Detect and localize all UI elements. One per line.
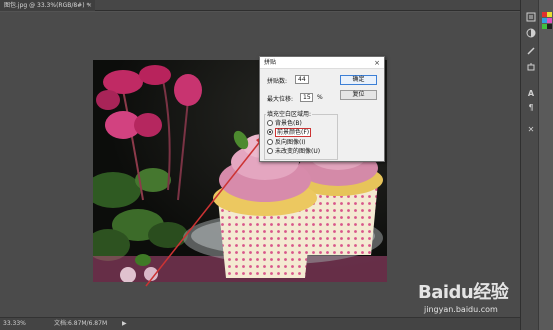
swatch-yellow[interactable] [547, 12, 552, 17]
reset-button[interactable]: 复位 [340, 90, 377, 100]
radio-foreground-color[interactable]: 前景颜色(F) [267, 127, 312, 137]
dialog-title: 拼贴 [260, 57, 384, 69]
character-icon[interactable]: A [524, 88, 538, 100]
swatch-black[interactable] [547, 24, 552, 29]
ok-button[interactable]: 确定 [340, 75, 377, 85]
tiles-label: 拼贴数: [267, 78, 288, 85]
watermark-url: jingyan.baidu.com [424, 305, 498, 314]
clone-source-icon[interactable] [524, 62, 538, 74]
radio-label: 背景色(B) [275, 120, 302, 127]
tools-icon[interactable]: ✕ [524, 124, 538, 136]
swatch-magenta[interactable] [547, 18, 552, 23]
tiles-input[interactable]: 44 [295, 75, 309, 84]
radio-dot[interactable] [267, 120, 273, 126]
max-offset-unit: % [317, 94, 323, 101]
history-icon[interactable] [524, 12, 538, 24]
radio-background-color[interactable]: 背景色(B) [267, 118, 302, 127]
status-bar: 33.33% 文档:6.87M/6.87M ▶ [0, 317, 520, 330]
adjust-icon[interactable] [524, 28, 538, 40]
radio-label: 未改变的图像(U) [275, 148, 321, 155]
watermark-logo: Baidu经验 [418, 282, 509, 303]
baidu-watermark: Baidu经验 jingyan.baidu.com [418, 278, 509, 314]
radio-dot[interactable] [267, 139, 273, 145]
swatches-panel [538, 0, 553, 330]
radio-inverse-image[interactable]: 反向图像(I) [267, 137, 305, 146]
radio-dot-selected[interactable] [267, 129, 273, 135]
dialog-close-icon[interactable]: × [374, 57, 380, 69]
radio-label: 反向图像(I) [275, 139, 306, 146]
status-arrow-icon[interactable]: ▶ [122, 318, 127, 330]
radio-dot[interactable] [267, 148, 273, 154]
photoshop-window: 图包.jpg @ 33.3%(RGB/8#) * × 拼贴 × 拼贴数: 44 … [0, 0, 553, 330]
max-offset-input[interactable]: 15 [300, 93, 313, 102]
max-offset-label: 最大位移: [267, 96, 294, 103]
document-info: 文档:6.87M/6.87M [54, 320, 108, 327]
radio-label: 前景颜色(F) [275, 128, 312, 137]
tile-filter-dialog: 拼贴 × 拼贴数: 44 最大位移: 15 % 确定 复位 填充空白区域用: 背… [259, 56, 385, 162]
brush-settings-icon[interactable] [524, 46, 538, 58]
fill-group-label: 填充空白区域用: [266, 109, 313, 118]
paragraph-icon[interactable]: ¶ [524, 102, 538, 114]
zoom-level[interactable]: 33.33% [3, 318, 26, 330]
radio-unaltered-image[interactable]: 未改变的图像(U) [267, 146, 320, 155]
